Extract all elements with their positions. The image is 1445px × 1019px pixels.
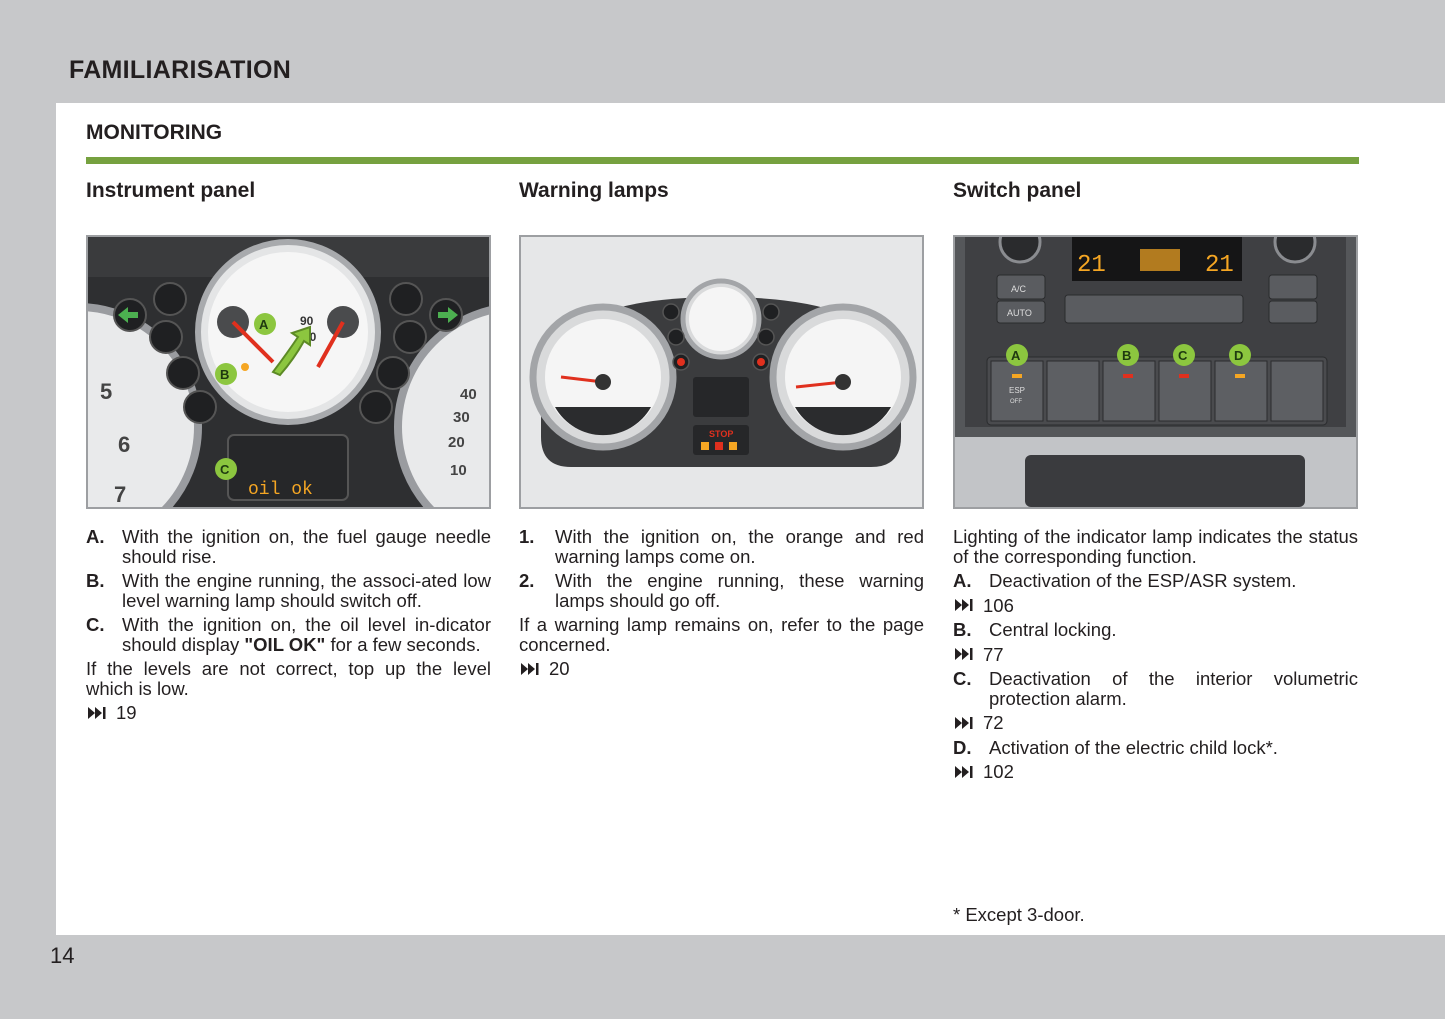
item-text: Deactivation of the interior volumetric … — [989, 668, 1358, 709]
item-text: Central locking. — [989, 619, 1117, 640]
chapter-title: FAMILIARISATION — [69, 56, 292, 84]
reference-page: 77 — [983, 643, 1004, 665]
list-item: B. With the engine running, the associ-a… — [86, 571, 491, 610]
list-item: C. With the ignition on, the oil level i… — [86, 615, 491, 654]
callout-a: A — [1011, 348, 1021, 363]
warning-lamps-heading: Warning lamps — [519, 179, 669, 202]
item-text: With the ignition on, the oil level in-d… — [122, 615, 491, 654]
esp-off-label: OFF — [1010, 399, 1022, 405]
item-label: A. — [953, 570, 972, 591]
dial-number: 7 — [114, 482, 126, 507]
item-label: C. — [86, 614, 105, 635]
list-item: B. Central locking. — [953, 620, 1358, 640]
manual-page: MONITORING Instrument panel 5 6 7 40 30 … — [56, 103, 1445, 935]
fast-forward-end-icon — [955, 765, 973, 778]
reference-page: 20 — [549, 658, 570, 679]
list-item: C. Deactivation of the interior volumetr… — [953, 669, 1358, 708]
item-label: B. — [86, 570, 105, 591]
fast-forward-end-icon — [955, 648, 973, 661]
switch-panel-image: 21 21 A/C AUTO ESP OFF A B C D — [953, 235, 1358, 509]
reference-page: 19 — [116, 702, 137, 723]
list-item: A. With the ignition on, the fuel gauge … — [86, 527, 491, 566]
page-reference[interactable]: 106 — [953, 594, 1358, 616]
page-reference[interactable]: 102 — [953, 762, 1358, 782]
page-reference[interactable]: 20 — [519, 659, 924, 679]
page-reference[interactable]: 19 — [86, 703, 491, 723]
item-label: D. — [953, 736, 972, 758]
display-text: oil ok — [248, 480, 313, 500]
item-label: A. — [86, 526, 105, 547]
instrument-panel-image: 5 6 7 40 30 20 10 90 oil ok A B C — [86, 235, 491, 509]
switch-panel-heading: Switch panel — [953, 179, 1082, 202]
fast-forward-end-icon — [88, 706, 106, 719]
ac-button-label: A/C — [1011, 284, 1027, 294]
esp-button-label: ESP — [1009, 386, 1025, 395]
page-reference[interactable]: 77 — [953, 643, 1358, 665]
callout-b: B — [220, 367, 229, 382]
warning-note: If a warning lamp remains on, refer to t… — [519, 614, 924, 655]
stop-lamp: STOP — [709, 429, 733, 439]
instrument-panel-text: A. With the ignition on, the fuel gauge … — [86, 527, 491, 723]
callout-d: D — [1234, 348, 1243, 363]
reference-page: 102 — [983, 761, 1014, 782]
item-text-end: for a few seconds. — [325, 633, 481, 655]
gauge-mark: 90 — [300, 314, 314, 328]
dial-number: 40 — [460, 386, 477, 403]
item-text: Deactivation of the ESP/ASR system. — [989, 570, 1297, 591]
temp-right: 21 — [1205, 252, 1234, 279]
section-divider — [86, 157, 1359, 164]
warning-lamps-image: STOP — [519, 235, 924, 509]
list-item: A. Deactivation of the ESP/ASR system. — [953, 571, 1358, 591]
item-label: C. — [953, 668, 972, 689]
callout-b: B — [1122, 348, 1131, 363]
page-number: 14 — [50, 943, 75, 968]
switch-panel-text: Lighting of the indicator lamp indicates… — [953, 527, 1358, 782]
instrument-note: If the levels are not correct, top up th… — [86, 658, 491, 699]
fast-forward-end-icon — [521, 662, 539, 675]
item-text: Activation of the electric child lock*. — [989, 736, 1278, 758]
list-item: D. Activation of the electric child lock… — [953, 736, 1358, 758]
reference-page: 72 — [983, 712, 1004, 733]
dial-number: 6 — [118, 432, 130, 457]
fast-forward-end-icon — [955, 599, 973, 612]
switch-panel-column: Switch panel 21 21 A/C AUTO ESP OFF A B … — [953, 177, 1358, 787]
dial-number: 20 — [448, 434, 465, 451]
warning-lamps-column: Warning lamps STOP 1. With the ignition … — [519, 177, 924, 684]
list-item: 2. With the engine running, these warnin… — [519, 571, 924, 610]
dial-number: 30 — [453, 409, 470, 426]
reference-page: 106 — [983, 594, 1014, 616]
temp-left: 21 — [1077, 252, 1106, 279]
item-text: With the engine running, the associ-ated… — [122, 570, 491, 611]
callout-c: C — [220, 462, 230, 477]
auto-button-label: AUTO — [1007, 308, 1032, 318]
dial-number: 10 — [450, 462, 467, 479]
item-text: With the engine running, these warning l… — [555, 570, 924, 611]
item-label: 2. — [519, 570, 535, 591]
callout-c: C — [1178, 348, 1188, 363]
callout-a: A — [259, 317, 269, 332]
footnote: * Except 3-door. — [953, 904, 1085, 925]
instrument-panel-column: Instrument panel 5 6 7 40 30 20 10 90 oi… — [86, 177, 491, 728]
list-item: 1. With the ignition on, the orange and … — [519, 527, 924, 566]
item-label: B. — [953, 619, 972, 640]
instrument-panel-heading: Instrument panel — [86, 179, 256, 202]
page-reference[interactable]: 72 — [953, 713, 1358, 733]
switch-intro: Lighting of the indicator lamp indicates… — [953, 526, 1358, 567]
item-text: With the ignition on, the fuel gauge nee… — [122, 526, 491, 567]
item-label: 1. — [519, 526, 535, 547]
warning-lamps-text: 1. With the ignition on, the orange and … — [519, 527, 924, 679]
item-text: With the ignition on, the orange and red… — [555, 526, 924, 567]
section-title: MONITORING — [86, 121, 223, 144]
item-text-bold: "OIL OK" — [244, 633, 326, 655]
dial-number: 5 — [100, 379, 112, 404]
fast-forward-end-icon — [955, 716, 973, 729]
